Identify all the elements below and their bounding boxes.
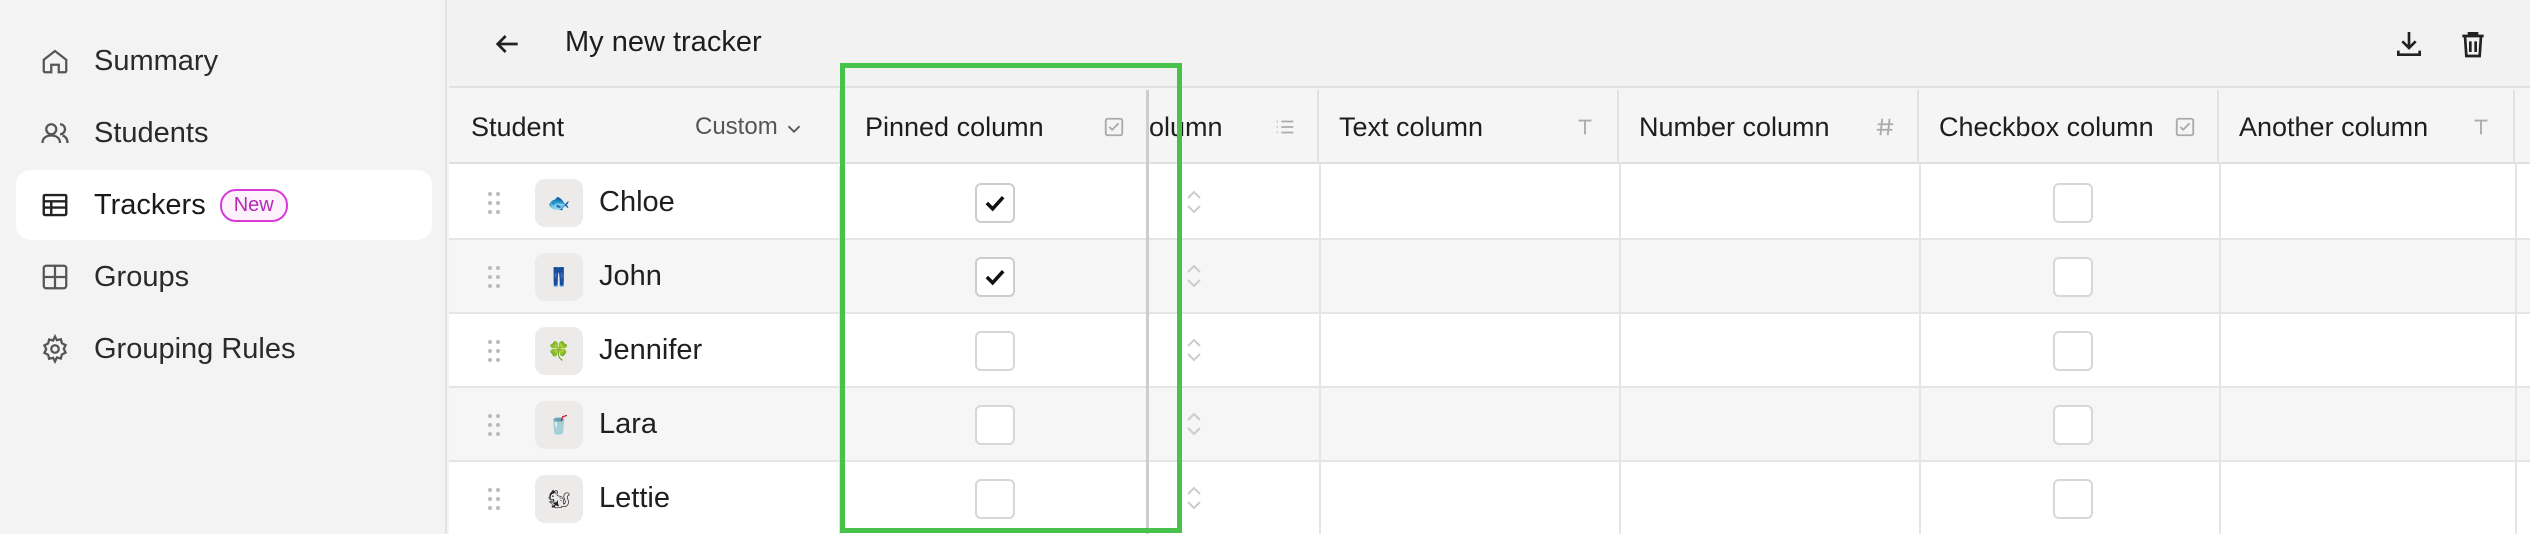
chevron-down-icon[interactable] [783, 116, 805, 147]
list-icon [1273, 115, 1297, 139]
sidebar-item-students[interactable]: Students [16, 98, 432, 168]
student-name: Chloe [599, 186, 675, 218]
pinned-cell [839, 462, 1146, 534]
pinned-checkbox[interactable] [975, 479, 1015, 519]
hash-icon [1873, 115, 1897, 139]
pinned-checkbox-checked[interactable] [975, 183, 1015, 223]
table-icon [40, 190, 70, 220]
pinned-cell [839, 166, 1146, 240]
student-cell: 🐟 Chloe [449, 166, 839, 240]
column-divider [2219, 164, 2221, 534]
tracker-table: Student Custom olumn Text column Number … [449, 90, 2530, 534]
pinned-checkbox[interactable] [975, 405, 1015, 445]
pinned-cell [839, 388, 1146, 462]
text-icon [1573, 115, 1597, 139]
sidebar-item-label: Students [94, 116, 209, 149]
drag-handle-icon[interactable] [487, 191, 501, 215]
drag-handle-icon[interactable] [487, 487, 501, 511]
student-cell: 🍀 Jennifer [449, 314, 839, 388]
column-header-another[interactable]: Another column [2219, 90, 2515, 164]
column-header-label: Pinned column [865, 112, 1044, 142]
sidebar-item-grouping-rules[interactable]: Grouping Rules [16, 314, 432, 384]
column-header-label: Number column [1639, 111, 1830, 142]
column-header-label: Another column [2239, 111, 2429, 142]
checkbox[interactable] [2053, 183, 2093, 223]
avatar: 🍀 [535, 327, 583, 375]
home-icon [40, 46, 70, 76]
users-icon [40, 118, 70, 148]
sidebar-item-label: Trackers [94, 188, 206, 221]
column-header-list[interactable]: olumn [1149, 90, 1319, 164]
check-icon [985, 195, 1005, 212]
column-divider [1319, 164, 1321, 534]
student-name: Jennifer [599, 334, 703, 366]
header: My new tracker [449, 0, 2530, 88]
avatar: 🥤 [535, 401, 583, 449]
drag-handle-icon[interactable] [487, 413, 501, 437]
student-cell: 🐿 Lettie [449, 462, 839, 534]
drag-handle-icon[interactable] [487, 339, 501, 363]
avatar: 🐿 [535, 475, 583, 523]
column-divider [1919, 164, 1921, 534]
text-icon [2469, 115, 2493, 139]
student-cell: 🥤 Lara [449, 388, 839, 462]
column-divider [1619, 164, 1621, 534]
column-divider [2515, 164, 2517, 534]
stepper-icon[interactable] [1185, 260, 1203, 292]
checkbox-icon [1102, 115, 1126, 139]
sidebar-item-groups[interactable]: Groups [16, 242, 432, 312]
checkbox[interactable] [2053, 405, 2093, 445]
pinned-cell [839, 314, 1146, 388]
sidebar-item-label: Grouping Rules [94, 332, 296, 365]
column-header-number[interactable]: Number column [1619, 90, 1919, 164]
sidebar-item-label: Summary [94, 44, 219, 77]
trash-icon[interactable] [2453, 24, 2493, 64]
sidebar: Summary Students Trackers New Groups Gro… [0, 0, 447, 534]
sort-dropdown[interactable]: Custom [695, 113, 778, 141]
pinned-cell [839, 240, 1146, 314]
check-icon [985, 269, 1005, 286]
column-header-label: Text column [1339, 111, 1484, 142]
pinned-checkbox[interactable] [975, 331, 1015, 371]
column-header-checkbox[interactable]: Checkbox column [1919, 90, 2219, 164]
download-icon[interactable] [2389, 24, 2429, 64]
column-header-pinned[interactable]: Pinned column [839, 90, 1146, 164]
student-cell: 👖 John [449, 240, 839, 314]
column-header-label: Student [471, 111, 565, 142]
table-header: Student Custom olumn Text column Number … [449, 90, 2530, 164]
avatar: 🐟 [535, 179, 583, 227]
checkbox[interactable] [2053, 479, 2093, 519]
checkbox[interactable] [2053, 257, 2093, 297]
column-header-label: olumn [1149, 111, 1223, 142]
stepper-icon[interactable] [1185, 186, 1203, 218]
arrow-left-icon[interactable] [489, 26, 525, 62]
gear-icon [40, 334, 70, 364]
column-header-student[interactable]: Student Custom [449, 90, 839, 164]
student-name: Lara [599, 408, 658, 440]
checkbox[interactable] [2053, 331, 2093, 371]
stepper-icon[interactable] [1185, 482, 1203, 514]
drag-handle-icon[interactable] [487, 265, 501, 289]
page-title: My new tracker [565, 26, 762, 58]
stepper-icon[interactable] [1185, 408, 1203, 440]
sidebar-item-summary[interactable]: Summary [16, 26, 432, 96]
pinned-column: Pinned column [839, 90, 1149, 534]
column-header-label: Checkbox column [1939, 111, 2154, 142]
checkbox-icon [2173, 115, 2197, 139]
sidebar-item-label: Groups [94, 260, 190, 293]
sidebar-item-trackers[interactable]: Trackers New [16, 170, 432, 240]
student-name: John [599, 260, 662, 292]
student-name: Lettie [599, 482, 670, 514]
avatar: 👖 [535, 253, 583, 301]
grid-icon [40, 262, 70, 292]
pinned-checkbox-checked[interactable] [975, 257, 1015, 297]
stepper-icon[interactable] [1185, 334, 1203, 366]
column-header-text[interactable]: Text column [1319, 90, 1619, 164]
new-badge: New [219, 188, 288, 222]
